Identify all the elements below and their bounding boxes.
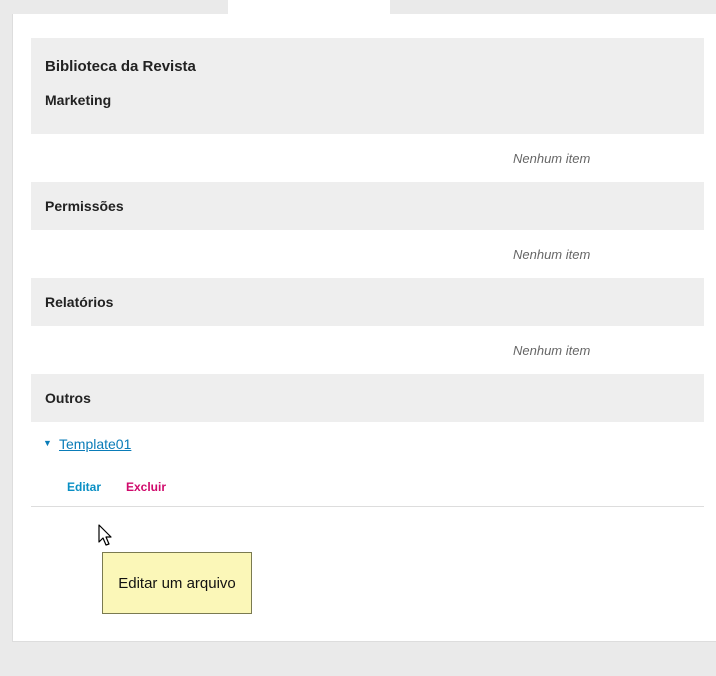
file-row: ▼ Template01 Editar Excluir	[31, 422, 704, 507]
category-title: Permissões	[45, 198, 124, 214]
delete-button[interactable]: Excluir	[126, 480, 166, 494]
empty-text: Nenhum item	[513, 151, 591, 166]
category-title: Relatórios	[45, 294, 114, 310]
library-title: Biblioteca da Revista	[45, 58, 196, 75]
empty-text: Nenhum item	[513, 343, 591, 358]
tooltip-text: Editar um arquivo	[118, 574, 236, 592]
tab-strip	[0, 0, 716, 14]
empty-row: Nenhum item	[31, 326, 704, 374]
mouse-pointer-icon	[98, 524, 112, 546]
category-header-marketing: Marketing	[31, 86, 704, 134]
tab-active[interactable]	[228, 0, 390, 14]
empty-row: Nenhum item	[31, 230, 704, 278]
category-title: Marketing	[45, 92, 112, 108]
category-title: Outros	[45, 390, 91, 406]
empty-text: Nenhum item	[513, 247, 591, 262]
category-header-relatorios: Relatórios	[31, 278, 704, 326]
edit-button[interactable]: Editar	[67, 480, 101, 494]
library-list: Biblioteca da Revista Marketing Nenhum i…	[31, 38, 704, 507]
empty-row: Nenhum item	[31, 134, 704, 182]
triangle-down-icon[interactable]: ▼	[43, 438, 52, 448]
file-link-template01[interactable]: Template01	[59, 436, 131, 452]
category-header-permissoes: Permissões	[31, 182, 704, 230]
tooltip: Editar um arquivo	[102, 552, 252, 614]
category-header-outros: Outros	[31, 374, 704, 422]
